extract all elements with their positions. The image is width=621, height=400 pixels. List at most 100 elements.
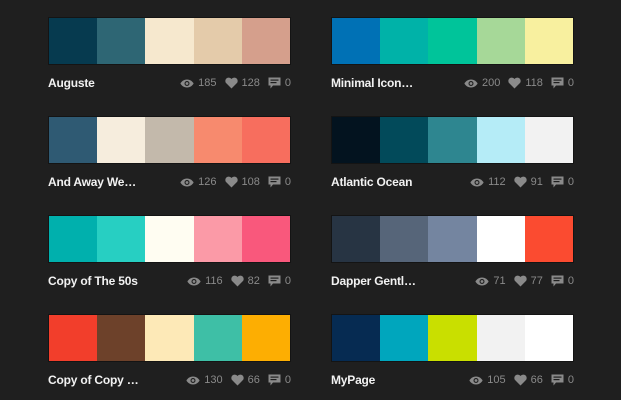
color-swatch[interactable] — [380, 315, 429, 361]
color-swatch[interactable] — [193, 216, 242, 262]
comments-stat[interactable]: 0 — [551, 77, 574, 89]
comment-icon[interactable] — [268, 176, 281, 188]
likes-stat[interactable]: 66 — [230, 374, 260, 386]
comments-stat[interactable]: 0 — [551, 275, 574, 287]
color-swatch[interactable] — [524, 18, 574, 64]
heart-icon[interactable] — [224, 176, 238, 188]
palette-swatches[interactable] — [331, 17, 574, 65]
color-swatch[interactable] — [428, 18, 477, 64]
color-swatch[interactable] — [49, 315, 98, 361]
color-swatch[interactable] — [524, 117, 574, 163]
color-swatch[interactable] — [380, 216, 429, 262]
likes-stat[interactable]: 77 — [513, 275, 543, 287]
color-swatch[interactable] — [193, 315, 242, 361]
likes-count: 128 — [241, 77, 260, 89]
color-swatch[interactable] — [428, 216, 477, 262]
color-swatch[interactable] — [193, 117, 242, 163]
palette-title[interactable]: MyPage — [331, 373, 375, 387]
palette-swatches[interactable] — [48, 314, 291, 362]
palette-swatches[interactable] — [48, 116, 291, 164]
color-swatch[interactable] — [145, 216, 194, 262]
comments-stat[interactable]: 0 — [551, 374, 574, 386]
color-swatch[interactable] — [476, 18, 525, 64]
palette-card[interactable]: Copy of The 50s 116 82 0 — [48, 215, 291, 288]
palette-card[interactable]: Atlantic Ocean 112 91 0 — [331, 116, 574, 189]
color-swatch[interactable] — [332, 216, 381, 262]
likes-stat[interactable]: 66 — [513, 374, 543, 386]
likes-stat[interactable]: 91 — [513, 176, 543, 188]
color-swatch[interactable] — [476, 315, 525, 361]
color-swatch[interactable] — [49, 18, 98, 64]
palette-swatches[interactable] — [48, 17, 291, 65]
palette-title[interactable]: Dapper Gentl… — [331, 274, 416, 288]
palette-swatches[interactable] — [331, 116, 574, 164]
palette-title[interactable]: Atlantic Ocean — [331, 175, 412, 189]
color-swatch[interactable] — [241, 216, 291, 262]
likes-stat[interactable]: 108 — [224, 176, 260, 188]
color-swatch[interactable] — [524, 216, 574, 262]
color-swatch[interactable] — [97, 315, 146, 361]
heart-icon[interactable] — [230, 275, 244, 287]
comments-stat[interactable]: 0 — [268, 77, 291, 89]
heart-icon[interactable] — [513, 176, 527, 188]
color-swatch[interactable] — [332, 18, 381, 64]
palette-title[interactable]: Copy of The 50s — [48, 274, 138, 288]
heart-icon[interactable] — [230, 374, 244, 386]
likes-stat[interactable]: 82 — [230, 275, 260, 287]
color-swatch[interactable] — [145, 18, 194, 64]
color-swatch[interactable] — [145, 117, 194, 163]
palette-swatches[interactable] — [331, 215, 574, 263]
comment-icon[interactable] — [551, 176, 564, 188]
palette-card[interactable]: Minimal Icon… 200 118 0 — [331, 17, 574, 90]
palette-card[interactable]: Copy of Copy … 130 66 0 — [48, 314, 291, 387]
color-swatch[interactable] — [476, 117, 525, 163]
color-swatch[interactable] — [476, 216, 525, 262]
comment-icon[interactable] — [551, 275, 564, 287]
palette-title[interactable]: Minimal Icon… — [331, 76, 413, 90]
comments-stat[interactable]: 0 — [268, 275, 291, 287]
color-swatch[interactable] — [332, 315, 381, 361]
likes-stat[interactable]: 118 — [508, 77, 543, 89]
color-swatch[interactable] — [380, 117, 429, 163]
color-swatch[interactable] — [97, 18, 146, 64]
color-swatch[interactable] — [241, 18, 291, 64]
heart-icon[interactable] — [224, 77, 238, 89]
color-swatch[interactable] — [332, 117, 381, 163]
color-swatch[interactable] — [428, 117, 477, 163]
views-count: 112 — [488, 176, 506, 188]
color-swatch[interactable] — [97, 117, 146, 163]
palette-card[interactable]: Auguste 185 128 0 — [48, 17, 291, 90]
palette-card[interactable]: MyPage 105 66 0 — [331, 314, 574, 387]
color-swatch[interactable] — [193, 18, 242, 64]
comments-stat[interactable]: 0 — [268, 176, 291, 188]
comment-icon[interactable] — [268, 275, 281, 287]
comment-icon[interactable] — [268, 77, 281, 89]
color-swatch[interactable] — [49, 216, 98, 262]
likes-stat[interactable]: 128 — [224, 77, 260, 89]
palette-title[interactable]: Copy of Copy … — [48, 373, 139, 387]
palette-card[interactable]: Dapper Gentl… 71 77 0 — [331, 215, 574, 288]
comment-icon[interactable] — [551, 77, 564, 89]
color-swatch[interactable] — [145, 315, 194, 361]
palette-stats: 71 77 0 — [467, 275, 574, 287]
color-swatch[interactable] — [428, 315, 477, 361]
color-swatch[interactable] — [241, 117, 291, 163]
palette-swatches[interactable] — [331, 314, 574, 362]
heart-icon[interactable] — [508, 77, 521, 89]
palette-swatches[interactable] — [48, 215, 291, 263]
comment-icon[interactable] — [551, 374, 564, 386]
comment-icon[interactable] — [268, 374, 281, 386]
color-swatch[interactable] — [241, 315, 291, 361]
heart-icon[interactable] — [513, 275, 527, 287]
color-swatch[interactable] — [524, 315, 574, 361]
palette-card[interactable]: And Away We… 126 108 0 — [48, 116, 291, 189]
palette-title[interactable]: And Away We… — [48, 175, 136, 189]
comments-stat[interactable]: 0 — [268, 374, 291, 386]
heart-icon[interactable] — [513, 374, 527, 386]
comments-stat[interactable]: 0 — [551, 176, 574, 188]
color-swatch[interactable] — [97, 216, 146, 262]
palette-meta: Dapper Gentl… 71 77 0 — [331, 271, 574, 291]
color-swatch[interactable] — [380, 18, 429, 64]
color-swatch[interactable] — [49, 117, 98, 163]
palette-title[interactable]: Auguste — [48, 76, 95, 90]
